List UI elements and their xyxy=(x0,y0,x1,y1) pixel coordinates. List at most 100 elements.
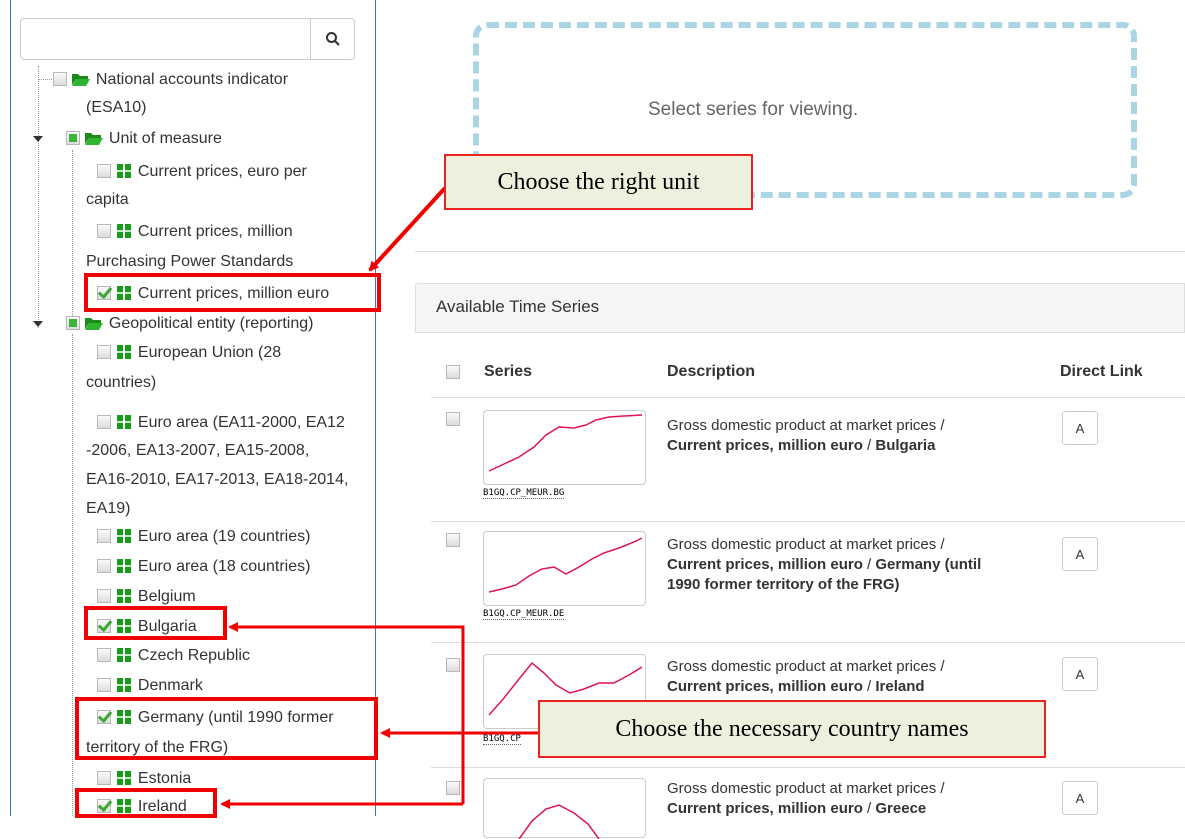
checkbox[interactable] xyxy=(97,678,111,692)
folder-open-icon xyxy=(85,133,104,145)
description-country: Bulgaria xyxy=(875,437,936,454)
tree-item-ea18[interactable]: Euro area (18 countries) xyxy=(97,557,310,577)
direct-link-button[interactable]: A xyxy=(1062,781,1098,815)
checkbox[interactable] xyxy=(66,131,80,145)
checkbox[interactable] xyxy=(97,164,111,178)
table-divider xyxy=(431,642,1185,643)
callout-choose-countries: Choose the necessary country names xyxy=(538,700,1046,758)
column-header-description[interactable]: Description xyxy=(667,363,755,381)
sparkline xyxy=(488,537,643,593)
checkbox[interactable] xyxy=(97,771,111,785)
description-text: Gross domestic product at market prices … xyxy=(667,780,945,797)
description-country: Germany (until xyxy=(875,556,982,573)
tree-item-label-line: EA16-2010, EA17-2013, EA18-2014, xyxy=(86,471,349,488)
tree-item-label: Estonia xyxy=(137,770,192,787)
tree-line xyxy=(38,66,39,328)
tree-item-label-line: -2006, EA13-2007, EA15-2008, xyxy=(86,442,310,459)
callout-choose-unit: Choose the right unit xyxy=(444,154,753,210)
highlight-bulgaria xyxy=(84,606,227,640)
checkbox[interactable] xyxy=(97,345,111,359)
tree-item-label: National accounts indicator xyxy=(95,71,289,88)
direct-link-button[interactable]: A xyxy=(1062,537,1098,571)
column-header-direct-link[interactable]: Direct Link xyxy=(1060,363,1143,381)
row-checkbox[interactable] xyxy=(446,781,460,795)
series-description: Gross domestic product at market prices … xyxy=(667,657,1027,697)
row-checkbox[interactable] xyxy=(446,658,460,672)
description-country-cont: 1990 former territory of the FRG) xyxy=(667,576,900,593)
tree-item-denmark[interactable]: Denmark xyxy=(97,676,203,696)
tree-line xyxy=(72,334,73,816)
checkbox[interactable] xyxy=(97,415,111,429)
series-code[interactable]: B1GQ.CP_MEUR.DE xyxy=(483,609,565,620)
tree-item-label-line: capita xyxy=(86,191,129,208)
table-divider xyxy=(431,521,1185,522)
tree-item-eu28[interactable]: European Union (28 xyxy=(97,343,281,363)
search-button[interactable] xyxy=(310,19,354,59)
viewer-empty-message: Select series for viewing. xyxy=(648,99,859,120)
tree-item-label-line: (ESA10) xyxy=(86,99,147,116)
direct-link-button[interactable]: A xyxy=(1062,657,1098,691)
series-description: Gross domestic product at market prices … xyxy=(667,416,1027,456)
tree-item-czech-republic[interactable]: Czech Republic xyxy=(97,646,250,666)
series-icon xyxy=(117,648,132,662)
sparkline xyxy=(488,414,643,472)
tree-item-geopolitical-entity[interactable]: Geopolitical entity (reporting) xyxy=(66,314,313,334)
search-box xyxy=(20,18,355,60)
description-unit: Current prices, million euro xyxy=(667,678,863,695)
tree-item-euro-per-capita[interactable]: Current prices, euro per xyxy=(97,162,307,182)
tree-item-label-line: EA19) xyxy=(86,500,131,517)
series-icon xyxy=(117,164,132,178)
sparkline-thumbnail[interactable] xyxy=(483,778,646,839)
search-input[interactable] xyxy=(21,19,311,59)
collapse-arrow-icon[interactable] xyxy=(33,321,43,327)
description-separator: / xyxy=(862,437,876,454)
description-separator: / xyxy=(862,678,876,695)
collapse-arrow-icon[interactable] xyxy=(33,136,43,142)
table-divider xyxy=(431,767,1185,768)
checkbox[interactable] xyxy=(97,529,111,543)
checkbox[interactable] xyxy=(97,589,111,603)
tree-item-label: Euro area (19 countries) xyxy=(137,528,311,545)
checkbox[interactable] xyxy=(53,72,67,86)
checkbox[interactable] xyxy=(97,648,111,662)
description-unit: Current prices, million euro xyxy=(667,800,863,817)
tree-item-ea19[interactable]: Euro area (19 countries) xyxy=(97,527,310,547)
checkbox[interactable] xyxy=(97,224,111,238)
series-icon xyxy=(117,678,132,692)
tree-item-label: Czech Republic xyxy=(137,647,250,664)
series-icon xyxy=(117,345,132,359)
tree-item-label: Unit of measure xyxy=(108,130,222,147)
series-code[interactable]: B1GQ.CP xyxy=(483,734,521,745)
highlight-germany xyxy=(75,697,378,760)
description-unit: Current prices, million euro xyxy=(667,556,863,573)
series-description: Gross domestic product at market prices … xyxy=(667,779,1027,819)
tree-item-estonia[interactable]: Estonia xyxy=(97,769,191,789)
select-all-checkbox[interactable] xyxy=(446,365,460,379)
tree-item-national-accounts[interactable]: National accounts indicator xyxy=(53,70,288,90)
sparkline-thumbnail[interactable] xyxy=(483,410,646,485)
series-icon xyxy=(117,559,132,573)
row-checkbox[interactable] xyxy=(446,533,460,547)
description-text: Gross domestic product at market prices … xyxy=(667,658,945,675)
description-text: Gross domestic product at market prices … xyxy=(667,536,945,553)
series-code[interactable]: B1GQ.CP_MEUR.BG xyxy=(483,488,565,499)
description-text: Gross domestic product at market prices … xyxy=(667,417,945,434)
series-icon xyxy=(117,529,132,543)
sparkline-thumbnail[interactable] xyxy=(483,531,646,606)
series-description: Gross domestic product at market prices … xyxy=(667,535,1027,595)
tree-item-pps[interactable]: Current prices, million xyxy=(97,222,293,242)
tree-item-belgium[interactable]: Belgium xyxy=(97,587,196,607)
highlight-million-euro xyxy=(84,273,381,312)
series-icon xyxy=(117,224,132,238)
row-checkbox[interactable] xyxy=(446,412,460,426)
description-country: Greece xyxy=(875,800,927,817)
column-header-series[interactable]: Series xyxy=(484,363,532,381)
tree-item-euro-area-all[interactable]: Euro area (EA11-2000, EA12 xyxy=(97,413,345,433)
tree-item-label-line: Purchasing Power Standards xyxy=(86,253,294,270)
folder-open-icon xyxy=(72,74,91,86)
tree-line xyxy=(38,79,52,80)
direct-link-button[interactable]: A xyxy=(1062,411,1098,445)
checkbox[interactable] xyxy=(66,316,80,330)
tree-item-unit-of-measure[interactable]: Unit of measure xyxy=(66,129,222,149)
checkbox[interactable] xyxy=(97,559,111,573)
